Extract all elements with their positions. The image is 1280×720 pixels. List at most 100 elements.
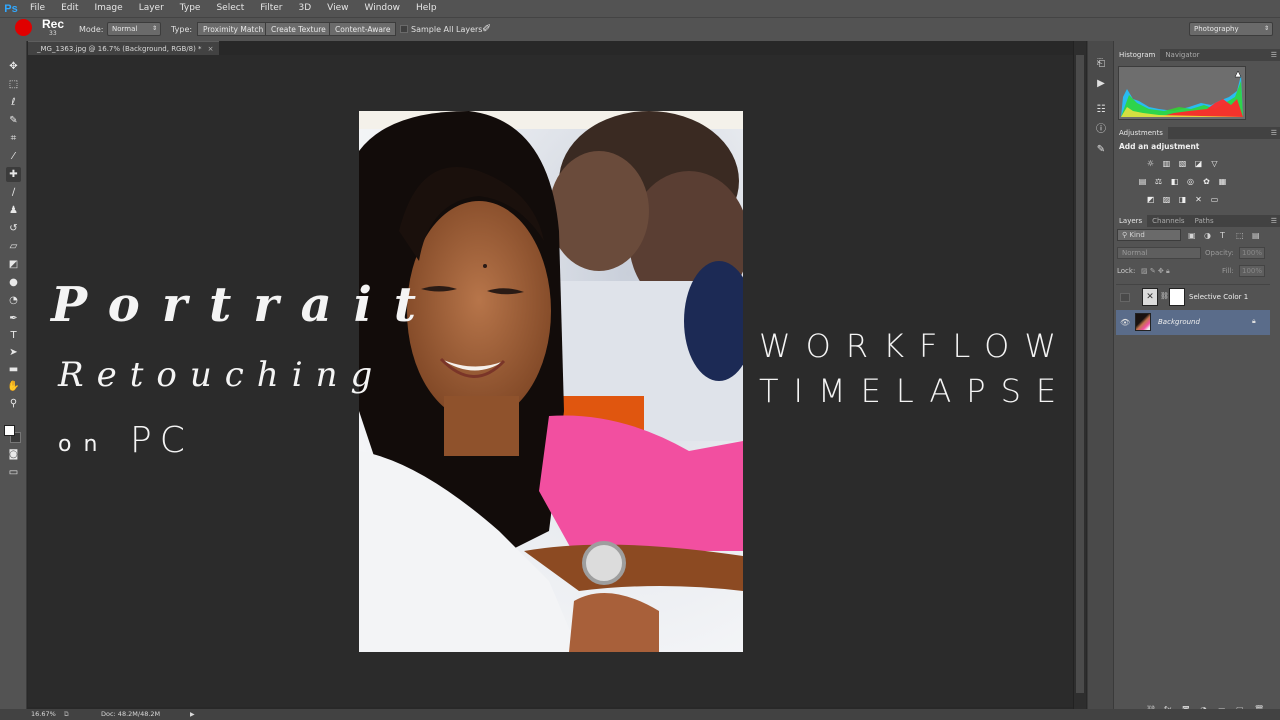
blur-tool-icon[interactable]: ● [6,275,21,290]
layer-row-background[interactable]: 👁︎ Background 🔒︎ [1116,310,1270,335]
close-icon[interactable]: × [208,45,214,53]
black-white-icon[interactable]: ◧ [1170,177,1179,186]
foreground-color-swatch[interactable] [4,425,15,436]
selective-color-icon[interactable]: ✕ [1194,195,1203,204]
tab-adjustments[interactable]: Adjustments [1114,127,1168,139]
pen-tool-icon[interactable]: ✒ [6,311,21,326]
document-tab[interactable]: _MG_1363.jpg @ 16.7% (Background, RGB/8)… [28,41,220,55]
brightness-contrast-icon[interactable]: ☼ [1146,159,1155,168]
tab-histogram[interactable]: Histogram [1114,49,1161,61]
menu-window[interactable]: Window [357,0,409,17]
threshold-icon[interactable]: ◨ [1178,195,1187,204]
posterize-icon[interactable]: ▨ [1162,195,1171,204]
menu-select[interactable]: Select [208,0,252,17]
blend-mode-dropdown[interactable]: Normal [1117,247,1201,259]
menu-view[interactable]: View [319,0,356,17]
screen-mode-icon[interactable]: ▭ [6,465,21,480]
vibrance-icon[interactable]: ▽ [1210,159,1219,168]
opacity-input[interactable]: 100% [1239,247,1265,259]
photo-filter-icon[interactable]: ◎ [1186,177,1195,186]
gradient-map-icon[interactable]: ▭ [1210,195,1219,204]
curves-icon[interactable]: ▧ [1178,159,1187,168]
mode-dropdown[interactable]: Normal ⇕ [107,22,161,36]
eye-icon[interactable]: 👁︎ [1120,318,1130,327]
menu-layer[interactable]: Layer [131,0,172,17]
export-icon[interactable]: ⧉ [64,709,69,720]
dodge-tool-icon[interactable]: ◔ [6,293,21,308]
menu-type[interactable]: Type [172,0,209,17]
zoom-tool-icon[interactable]: ⚲ [6,396,21,411]
tab-navigator[interactable]: Navigator [1160,49,1204,61]
zoom-level[interactable]: 16.67% [31,709,56,720]
brush-size[interactable]: 33 [49,30,57,37]
layer-mask-thumbnail[interactable] [1169,288,1185,306]
filter-shape-icon[interactable]: ⬚ [1236,230,1244,242]
menu-file[interactable]: File [22,0,53,17]
kind-filter-dropdown[interactable]: ⚲ Kind [1117,229,1181,241]
panel-menu-icon[interactable]: ☰ [1271,215,1277,227]
exposure-icon[interactable]: ◪ [1194,159,1203,168]
histogram-chart [1121,70,1243,117]
layer-name[interactable]: Background [1158,318,1200,326]
layer-row-selective-color[interactable]: ✕ ⛓ Selective Color 1 [1116,284,1270,309]
marquee-tool-icon[interactable]: ⬚ [6,77,21,92]
type-content-aware[interactable]: Content-Aware [329,22,397,36]
pressure-brush-icon[interactable]: ✐ [482,22,491,35]
scrollbar-thumb[interactable] [1076,55,1084,693]
filter-smart-object-icon[interactable]: ▤ [1252,230,1260,242]
shape-tool-icon[interactable]: ▬ [6,362,21,377]
properties-panel-icon[interactable]: ☷ [1094,103,1108,117]
filter-adjustment-icon[interactable]: ◑ [1204,230,1211,242]
menu-image[interactable]: Image [87,0,131,17]
filter-pixel-icon[interactable]: ▣ [1188,230,1196,242]
quick-select-tool-icon[interactable]: ✎ [6,113,21,128]
crop-tool-icon[interactable]: ⌗ [6,131,21,146]
path-select-tool-icon[interactable]: ➤ [6,345,21,360]
lasso-tool-icon[interactable]: ℓ [6,95,21,110]
hand-tool-icon[interactable]: ✋ [6,379,21,394]
sample-all-layers-checkbox[interactable] [400,25,408,33]
tab-layers[interactable]: Layers [1114,215,1148,227]
eyedropper-tool-icon[interactable]: ⁄ [6,149,21,164]
eraser-tool-icon[interactable]: ▱ [6,239,21,254]
vertical-scrollbar[interactable] [1073,41,1086,709]
layer-visibility-toggle[interactable] [1120,293,1130,302]
tab-paths[interactable]: Paths [1190,215,1219,227]
color-balance-icon[interactable]: ⚖ [1154,177,1163,186]
type-tool-icon[interactable]: T [6,328,21,343]
portrait-photo-image [359,111,743,652]
brush-tool-icon[interactable]: ∕ [6,185,21,200]
fill-input[interactable]: 100% [1239,265,1265,277]
paint-bucket-tool-icon[interactable]: ◩ [6,257,21,272]
move-tool-icon[interactable]: ✥ [6,59,21,74]
menu-filter[interactable]: Filter [252,0,290,17]
panel-menu-icon[interactable]: ☰ [1271,127,1277,139]
hue-saturation-icon[interactable]: ▤ [1138,177,1147,186]
status-menu-arrow-icon[interactable]: ▶ [190,709,195,720]
clone-stamp-tool-icon[interactable]: ♟ [6,203,21,218]
brush-panel-icon[interactable]: ✎ [1094,143,1108,157]
quick-mask-icon[interactable]: ◙ [6,447,21,462]
patch-tool-icon[interactable]: ✚ [6,167,21,182]
menu-help[interactable]: Help [408,0,445,17]
layer-name[interactable]: Selective Color 1 [1189,293,1248,301]
lock-options-icon[interactable]: ▨ ✎ ✥ 🔒︎ [1141,266,1170,278]
actions-play-icon[interactable]: ▶ [1094,77,1108,91]
history-brush-tool-icon[interactable]: ↺ [6,221,21,236]
lock-label: Lock: [1117,267,1136,275]
panel-menu-icon[interactable]: ☰ [1271,49,1277,61]
channel-mixer-icon[interactable]: ✿ [1202,177,1211,186]
filter-type-icon[interactable]: T [1220,230,1225,242]
document-canvas[interactable]: Portrait Retouching on PC WORKFLOW TIMEL… [28,55,1086,707]
type-create-texture[interactable]: Create Texture [265,22,332,36]
invert-icon[interactable]: ◩ [1146,195,1155,204]
menu-edit[interactable]: Edit [53,0,86,17]
workspace-dropdown[interactable]: Photography ⇕ [1189,22,1273,36]
color-lookup-icon[interactable]: ▦ [1218,177,1227,186]
type-proximity-match[interactable]: Proximity Match [197,22,270,36]
tab-channels[interactable]: Channels [1147,215,1189,227]
history-panel-icon[interactable]: ⎗ [1094,57,1108,71]
menu-3d[interactable]: 3D [291,0,320,17]
info-panel-icon[interactable]: ⓘ [1094,123,1108,137]
levels-icon[interactable]: ▥ [1162,159,1171,168]
